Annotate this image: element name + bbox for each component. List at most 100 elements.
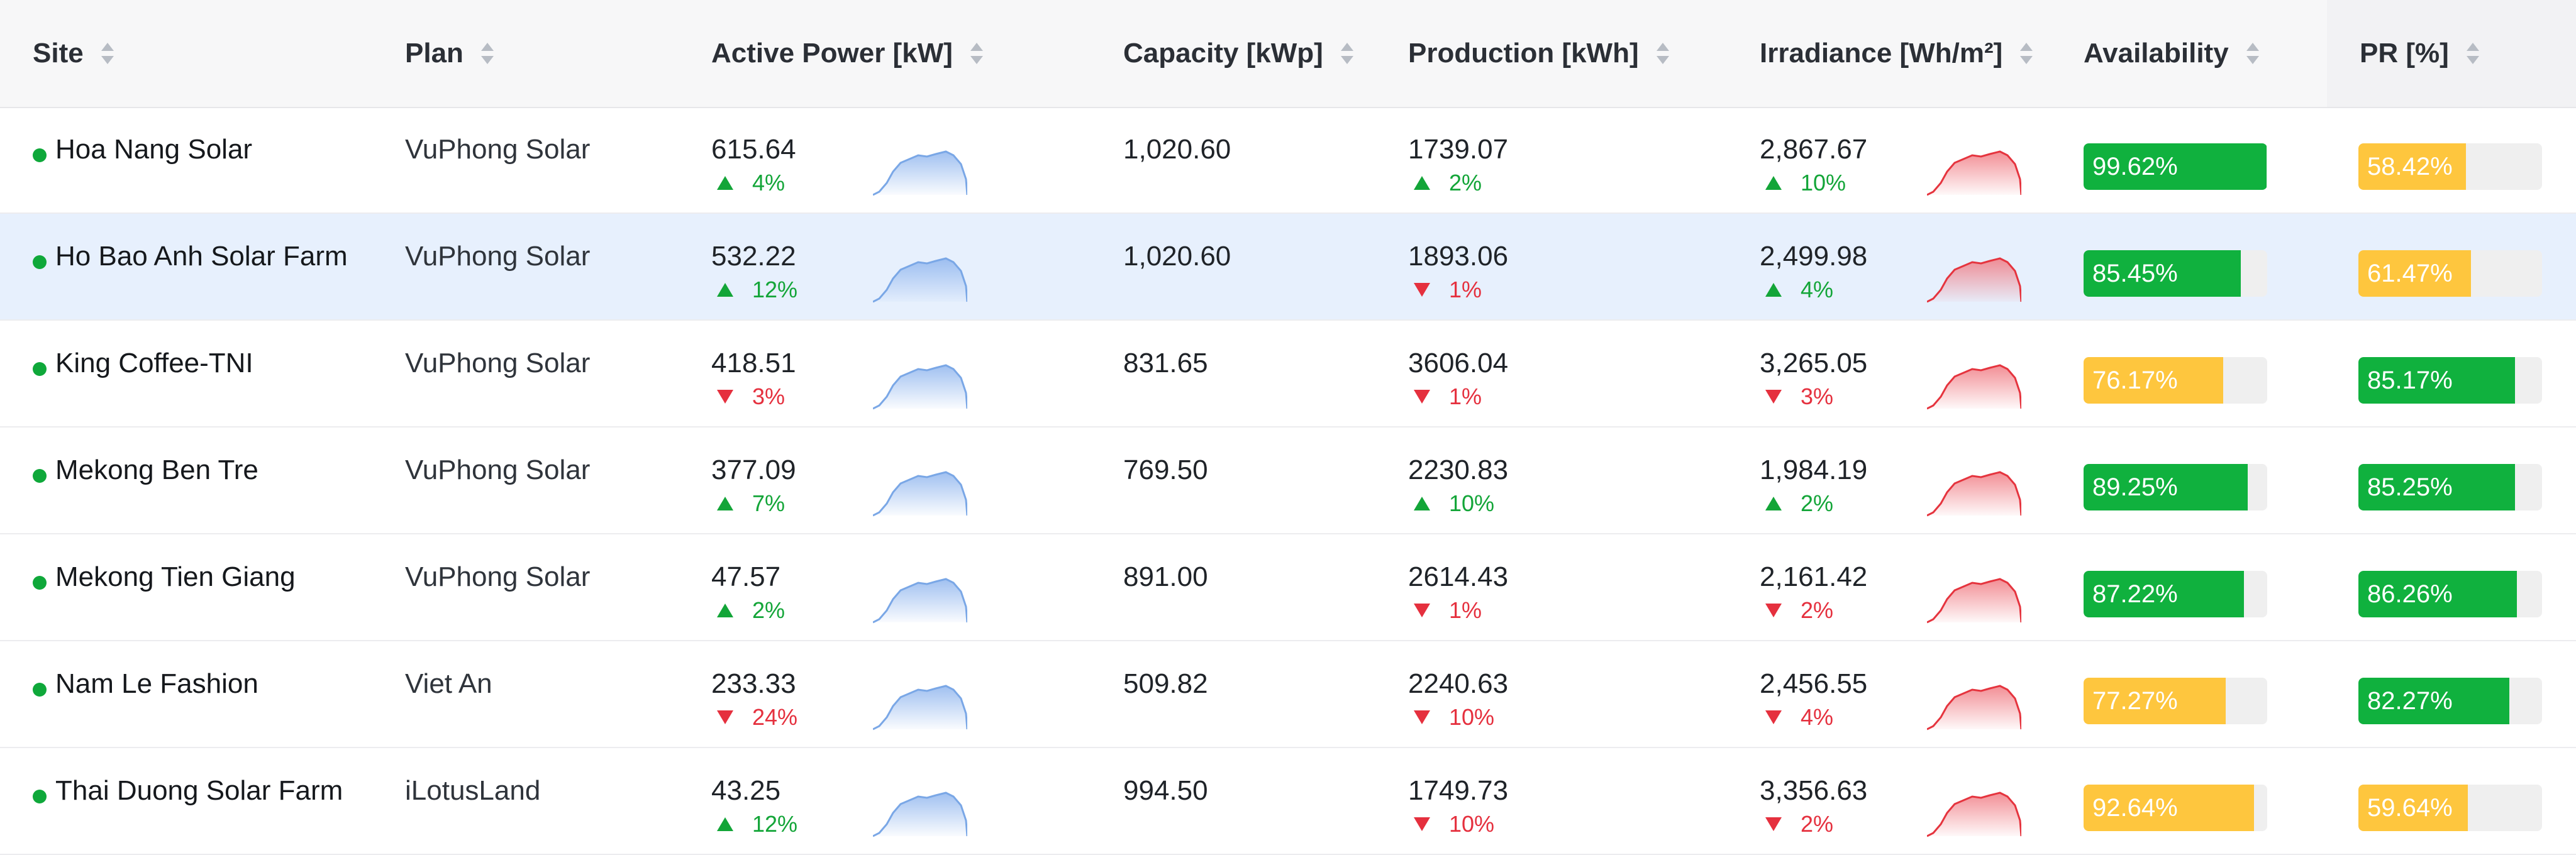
site-name-link[interactable]: Mekong Ben Tre xyxy=(55,455,258,486)
irradiance-value: 2,867.67 xyxy=(1760,134,1868,165)
delta-value: 2% xyxy=(1801,811,1834,837)
site-name-link[interactable]: Ho Bao Anh Solar Farm xyxy=(55,241,348,272)
active-power-sparkline xyxy=(872,364,969,410)
active-power-sparkline-container xyxy=(872,355,969,415)
site-name-link[interactable]: King Coffee-TNI xyxy=(55,348,253,379)
column-header-irradiance[interactable]: Irradiance [Wh/m²] xyxy=(1760,0,2033,107)
pr-bar: 86.26% xyxy=(2358,571,2542,617)
plan-name: Viet An xyxy=(405,668,492,699)
delta-value: 24% xyxy=(752,704,798,730)
trend-down-icon xyxy=(1414,817,1430,831)
delta-value: 7% xyxy=(752,490,786,516)
trend-down-icon xyxy=(1414,390,1430,404)
column-header-pr[interactable]: PR [%] xyxy=(2360,0,2479,107)
sort-icon[interactable] xyxy=(101,41,114,66)
column-header-label: Production [kWh] xyxy=(1408,38,1639,69)
availability-bar: 87.22% xyxy=(2084,571,2267,617)
availability-bar: 77.27% xyxy=(2084,678,2267,724)
table-row[interactable]: Mekong Tien Giang VuPhong Solar 47.57 2%… xyxy=(0,534,2576,641)
availability-value: 92.64% xyxy=(2092,794,2178,822)
production-delta: 1% xyxy=(1414,597,1482,624)
sort-icon[interactable] xyxy=(970,41,983,66)
pr-value: 85.25% xyxy=(2367,473,2453,501)
site-name-link[interactable]: Nam Le Fashion xyxy=(55,668,258,700)
active-power-sparkline xyxy=(872,257,969,303)
table-row[interactable]: King Coffee-TNI VuPhong Solar 418.51 3% … xyxy=(0,321,2576,428)
active-power-value: 233.33 xyxy=(711,668,796,699)
irradiance-sparkline-container xyxy=(1926,248,2023,308)
trend-down-icon xyxy=(1765,604,1782,617)
sort-icon[interactable] xyxy=(2246,41,2259,66)
delta-value: 4% xyxy=(1801,277,1834,302)
production-value: 1893.06 xyxy=(1408,241,1509,272)
pr-value: 58.42% xyxy=(2367,153,2453,180)
trend-up-icon xyxy=(1765,283,1782,297)
delta-value: 10% xyxy=(1449,490,1495,516)
site-name-link[interactable]: Thai Duong Solar Farm xyxy=(55,775,343,807)
irradiance-value: 2,499.98 xyxy=(1760,241,1868,272)
column-header-plan[interactable]: Plan xyxy=(405,0,494,107)
active-power-value: 615.64 xyxy=(711,134,796,165)
column-header-availability[interactable]: Availability xyxy=(2084,0,2259,107)
table-row[interactable]: Nam Le Fashion Viet An 233.33 24% 509.82… xyxy=(0,641,2576,748)
column-header-production[interactable]: Production [kWh] xyxy=(1408,0,1669,107)
site-name-link[interactable]: Mekong Tien Giang xyxy=(55,561,296,593)
active-power-delta: 7% xyxy=(717,490,785,517)
column-header-label: Irradiance [Wh/m²] xyxy=(1760,38,2003,69)
plan-name: VuPhong Solar xyxy=(405,455,591,485)
irradiance-value: 3,356.63 xyxy=(1760,775,1868,806)
table-row[interactable]: Thai Duong Solar Farm iLotusLand 43.25 1… xyxy=(0,748,2576,855)
irradiance-sparkline xyxy=(1926,685,2023,731)
production-value: 1739.07 xyxy=(1408,134,1509,165)
table-row[interactable]: Mekong Ben Tre VuPhong Solar 377.09 7% 7… xyxy=(0,428,2576,534)
delta-value: 10% xyxy=(1449,811,1495,837)
column-header-site[interactable]: Site xyxy=(33,0,114,107)
status-online-icon xyxy=(33,362,47,376)
production-delta: 10% xyxy=(1414,704,1494,731)
trend-up-icon xyxy=(1765,176,1782,190)
active-power-value: 532.22 xyxy=(711,241,796,272)
active-power-sparkline-container xyxy=(872,569,969,629)
plan-name: VuPhong Solar xyxy=(405,134,591,165)
delta-value: 10% xyxy=(1801,170,1846,196)
sort-icon[interactable] xyxy=(1656,41,1669,66)
delta-value: 2% xyxy=(1449,170,1482,196)
sort-icon[interactable] xyxy=(480,41,494,66)
sort-icon[interactable] xyxy=(2466,41,2479,66)
availability-value: 89.25% xyxy=(2092,473,2178,501)
irradiance-sparkline-container xyxy=(1926,676,2023,736)
production-delta: 1% xyxy=(1414,277,1482,303)
availability-value: 77.27% xyxy=(2092,687,2178,715)
active-power-value: 418.51 xyxy=(711,348,796,378)
irradiance-sparkline-container xyxy=(1926,462,2023,522)
plan-name: VuPhong Solar xyxy=(405,348,591,378)
active-power-sparkline-container xyxy=(872,248,969,308)
pr-bar: 85.17% xyxy=(2358,357,2542,404)
production-value: 2240.63 xyxy=(1408,668,1509,699)
table-row[interactable]: Hoa Nang Solar VuPhong Solar 615.64 4% 1… xyxy=(0,107,2576,214)
delta-value: 3% xyxy=(1801,383,1834,409)
sort-icon[interactable] xyxy=(1340,41,1353,66)
trend-down-icon xyxy=(717,390,733,404)
sort-icon[interactable] xyxy=(2020,41,2033,66)
availability-bar: 76.17% xyxy=(2084,357,2267,404)
production-delta: 10% xyxy=(1414,490,1494,517)
capacity-value: 509.82 xyxy=(1123,668,1208,699)
site-name-link[interactable]: Hoa Nang Solar xyxy=(55,134,252,165)
availability-bar: 99.62% xyxy=(2084,143,2267,190)
availability-value: 76.17% xyxy=(2092,367,2178,394)
delta-value: 1% xyxy=(1449,597,1482,623)
column-header-capacity[interactable]: Capacity [kWp] xyxy=(1123,0,1353,107)
capacity-value: 769.50 xyxy=(1123,455,1208,485)
availability-value: 99.62% xyxy=(2092,153,2178,180)
pr-value: 86.26% xyxy=(2367,580,2453,608)
irradiance-delta: 2% xyxy=(1765,490,1833,517)
delta-value: 12% xyxy=(752,811,798,837)
status-online-icon xyxy=(33,469,47,483)
table-row[interactable]: Ho Bao Anh Solar Farm VuPhong Solar 532.… xyxy=(0,214,2576,321)
column-header-active-power[interactable]: Active Power [kW] xyxy=(711,0,983,107)
active-power-delta: 4% xyxy=(717,170,785,196)
trend-up-icon xyxy=(717,283,733,297)
availability-bar: 85.45% xyxy=(2084,250,2267,297)
pr-bar: 61.47% xyxy=(2358,250,2542,297)
